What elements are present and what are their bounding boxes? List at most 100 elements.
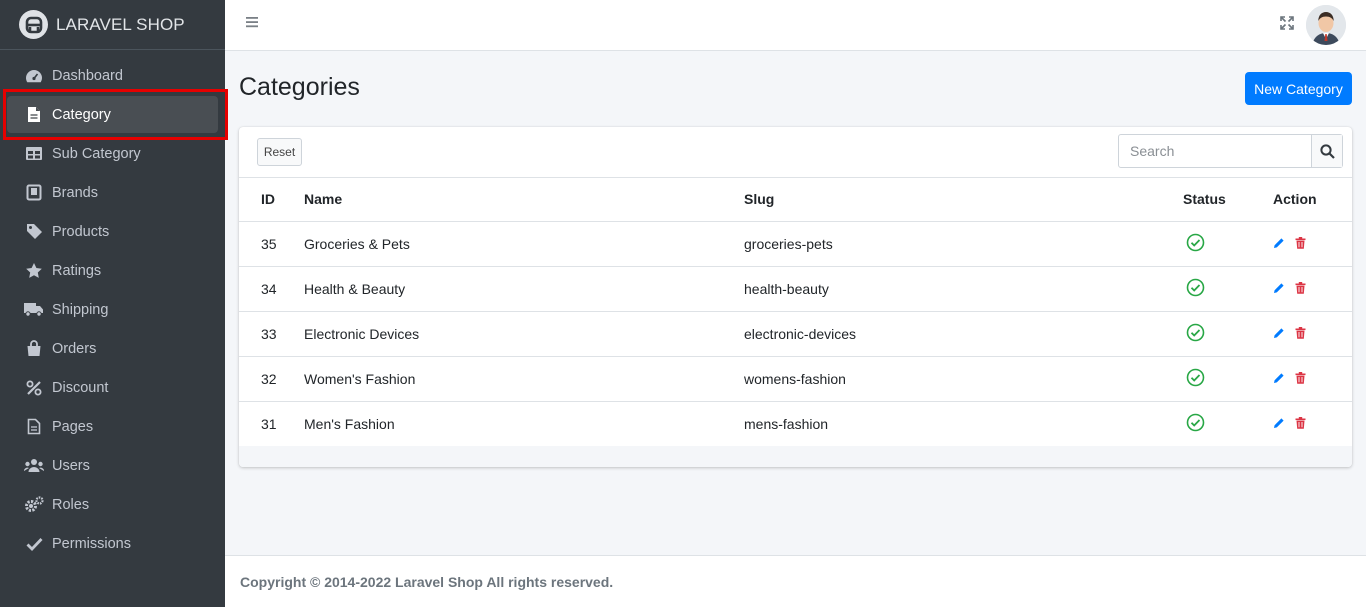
- cell-action: [1273, 221, 1352, 267]
- sidebar-item-label: Roles: [52, 496, 90, 513]
- cell-status: [1183, 356, 1273, 402]
- cell-id: 32: [239, 356, 304, 402]
- cell-status: [1183, 311, 1273, 357]
- sidebar-item-sub-category[interactable]: Sub Category: [7, 135, 218, 172]
- cell-slug: electronic-devices: [744, 311, 1183, 357]
- table-row: 32 Women's Fashion womens-fashion: [239, 356, 1352, 402]
- sidebar-item-label: Orders: [52, 340, 97, 357]
- brand-name: LARAVEL SHOP: [56, 14, 185, 34]
- card-footer: [239, 446, 1352, 467]
- tachometer-icon: [24, 66, 44, 86]
- content-wrapper: Categories New Category Reset ID Name Sl…: [225, 51, 1366, 555]
- sidebar-item-label: Permissions: [52, 535, 131, 552]
- check-icon: [24, 534, 44, 554]
- sidebar-item-shipping[interactable]: Shipping: [7, 291, 218, 328]
- search-button[interactable]: [1311, 135, 1342, 167]
- edit-icon[interactable]: [1273, 236, 1285, 252]
- edit-icon[interactable]: [1273, 326, 1285, 342]
- sidebar: LARAVEL SHOP Dashboard Category Sub Cate…: [0, 0, 225, 607]
- cell-name: Electronic Devices: [304, 311, 744, 357]
- delete-icon[interactable]: [1295, 371, 1306, 387]
- users-icon: [24, 456, 44, 476]
- sidebar-item-label: Dashboard: [52, 67, 123, 84]
- check-circle-icon: [1186, 323, 1205, 345]
- book-icon: [24, 183, 44, 203]
- column-header-slug: Slug: [744, 178, 1183, 222]
- brand-link[interactable]: LARAVEL SHOP: [0, 0, 225, 50]
- cell-action: [1273, 311, 1352, 357]
- search-input[interactable]: [1119, 135, 1311, 167]
- card-header: Reset: [239, 127, 1352, 178]
- cell-id: 35: [239, 221, 304, 267]
- cogs-icon: [24, 495, 44, 515]
- sidebar-item-brands[interactable]: Brands: [7, 174, 218, 211]
- sidebar-item-pages[interactable]: Pages: [7, 408, 218, 445]
- sidebar-item-label: Category: [52, 106, 111, 123]
- main-footer: Copyright © 2014-2022 Laravel Shop All r…: [225, 555, 1366, 607]
- sidebar-item-ratings[interactable]: Ratings: [7, 252, 218, 289]
- cell-slug: womens-fashion: [744, 356, 1183, 402]
- user-avatar[interactable]: [1306, 5, 1346, 45]
- delete-icon[interactable]: [1295, 326, 1306, 342]
- cell-status: [1183, 266, 1273, 312]
- table-row: 35 Groceries & Pets groceries-pets: [239, 221, 1352, 267]
- edit-icon[interactable]: [1273, 281, 1285, 297]
- edit-icon[interactable]: [1273, 416, 1285, 432]
- cell-id: 34: [239, 266, 304, 312]
- shopping-bag-icon: [24, 339, 44, 359]
- truck-icon: [24, 300, 44, 320]
- cell-slug: groceries-pets: [744, 221, 1183, 267]
- sidebar-item-roles[interactable]: Roles: [7, 486, 218, 523]
- percent-icon: [24, 378, 44, 398]
- cell-slug: health-beauty: [744, 266, 1183, 312]
- delete-icon[interactable]: [1295, 416, 1306, 432]
- copyright-text: Copyright © 2014-2022 Laravel Shop All r…: [240, 574, 614, 590]
- sidebar-item-orders[interactable]: Orders: [7, 330, 218, 367]
- sidebar-item-permissions[interactable]: Permissions: [7, 525, 218, 562]
- check-circle-icon: [1186, 413, 1205, 435]
- sidebar-item-dashboard[interactable]: Dashboard: [7, 57, 218, 94]
- top-navbar: [225, 0, 1366, 51]
- file-alt-icon: [24, 417, 44, 437]
- sidebar-item-label: Sub Category: [52, 145, 141, 162]
- cell-slug: mens-fashion: [744, 415, 829, 432]
- table-header-row: ID Name Slug Status Action: [239, 178, 1352, 222]
- sidebar-item-label: Users: [52, 457, 90, 474]
- sidebar-item-users[interactable]: Users: [7, 447, 218, 484]
- table-row: 33 Electronic Devices electronic-devices: [239, 311, 1352, 357]
- cell-status: [1183, 221, 1273, 267]
- sidebar-item-label: Products: [52, 223, 110, 240]
- sidebar-item-label: Discount: [52, 379, 109, 396]
- sidebar-item-label: Brands: [52, 184, 98, 201]
- reset-button[interactable]: Reset: [257, 138, 302, 166]
- hamburger-icon[interactable]: [245, 15, 263, 33]
- delete-icon[interactable]: [1295, 281, 1306, 297]
- cell-name: Women's Fashion: [304, 356, 744, 402]
- page-title: Categories: [239, 73, 360, 101]
- check-circle-icon: [1186, 278, 1205, 300]
- check-circle-icon: [1186, 233, 1205, 255]
- column-header-id: ID: [239, 178, 304, 222]
- new-category-button[interactable]: New Category: [1245, 72, 1352, 105]
- cell-action: [1273, 356, 1352, 402]
- expand-icon[interactable]: [1280, 16, 1296, 32]
- table-row: 34 Health & Beauty health-beauty: [239, 266, 1352, 312]
- cell-name: Health & Beauty: [304, 266, 744, 312]
- file-icon: [24, 105, 44, 125]
- cell-id: 31: [261, 415, 277, 432]
- sidebar-item-label: Pages: [52, 418, 94, 435]
- sidebar-item-products[interactable]: Products: [7, 213, 218, 250]
- cell-action: [1273, 266, 1352, 312]
- column-header-name: Name: [304, 178, 744, 222]
- sidebar-item-category[interactable]: Category: [7, 96, 218, 133]
- column-header-action: Action: [1273, 178, 1352, 222]
- categories-card: Reset ID Name Slug Status Action: [239, 127, 1352, 467]
- delete-icon[interactable]: [1295, 236, 1306, 252]
- cell-name: Groceries & Pets: [304, 221, 744, 267]
- cell-name: Men's Fashion: [304, 415, 395, 432]
- edit-icon[interactable]: [1273, 371, 1285, 387]
- cell-status: [1183, 401, 1273, 446]
- check-circle-icon: [1186, 368, 1205, 390]
- sidebar-item-discount[interactable]: Discount: [7, 369, 218, 406]
- cell-id: 33: [239, 311, 304, 357]
